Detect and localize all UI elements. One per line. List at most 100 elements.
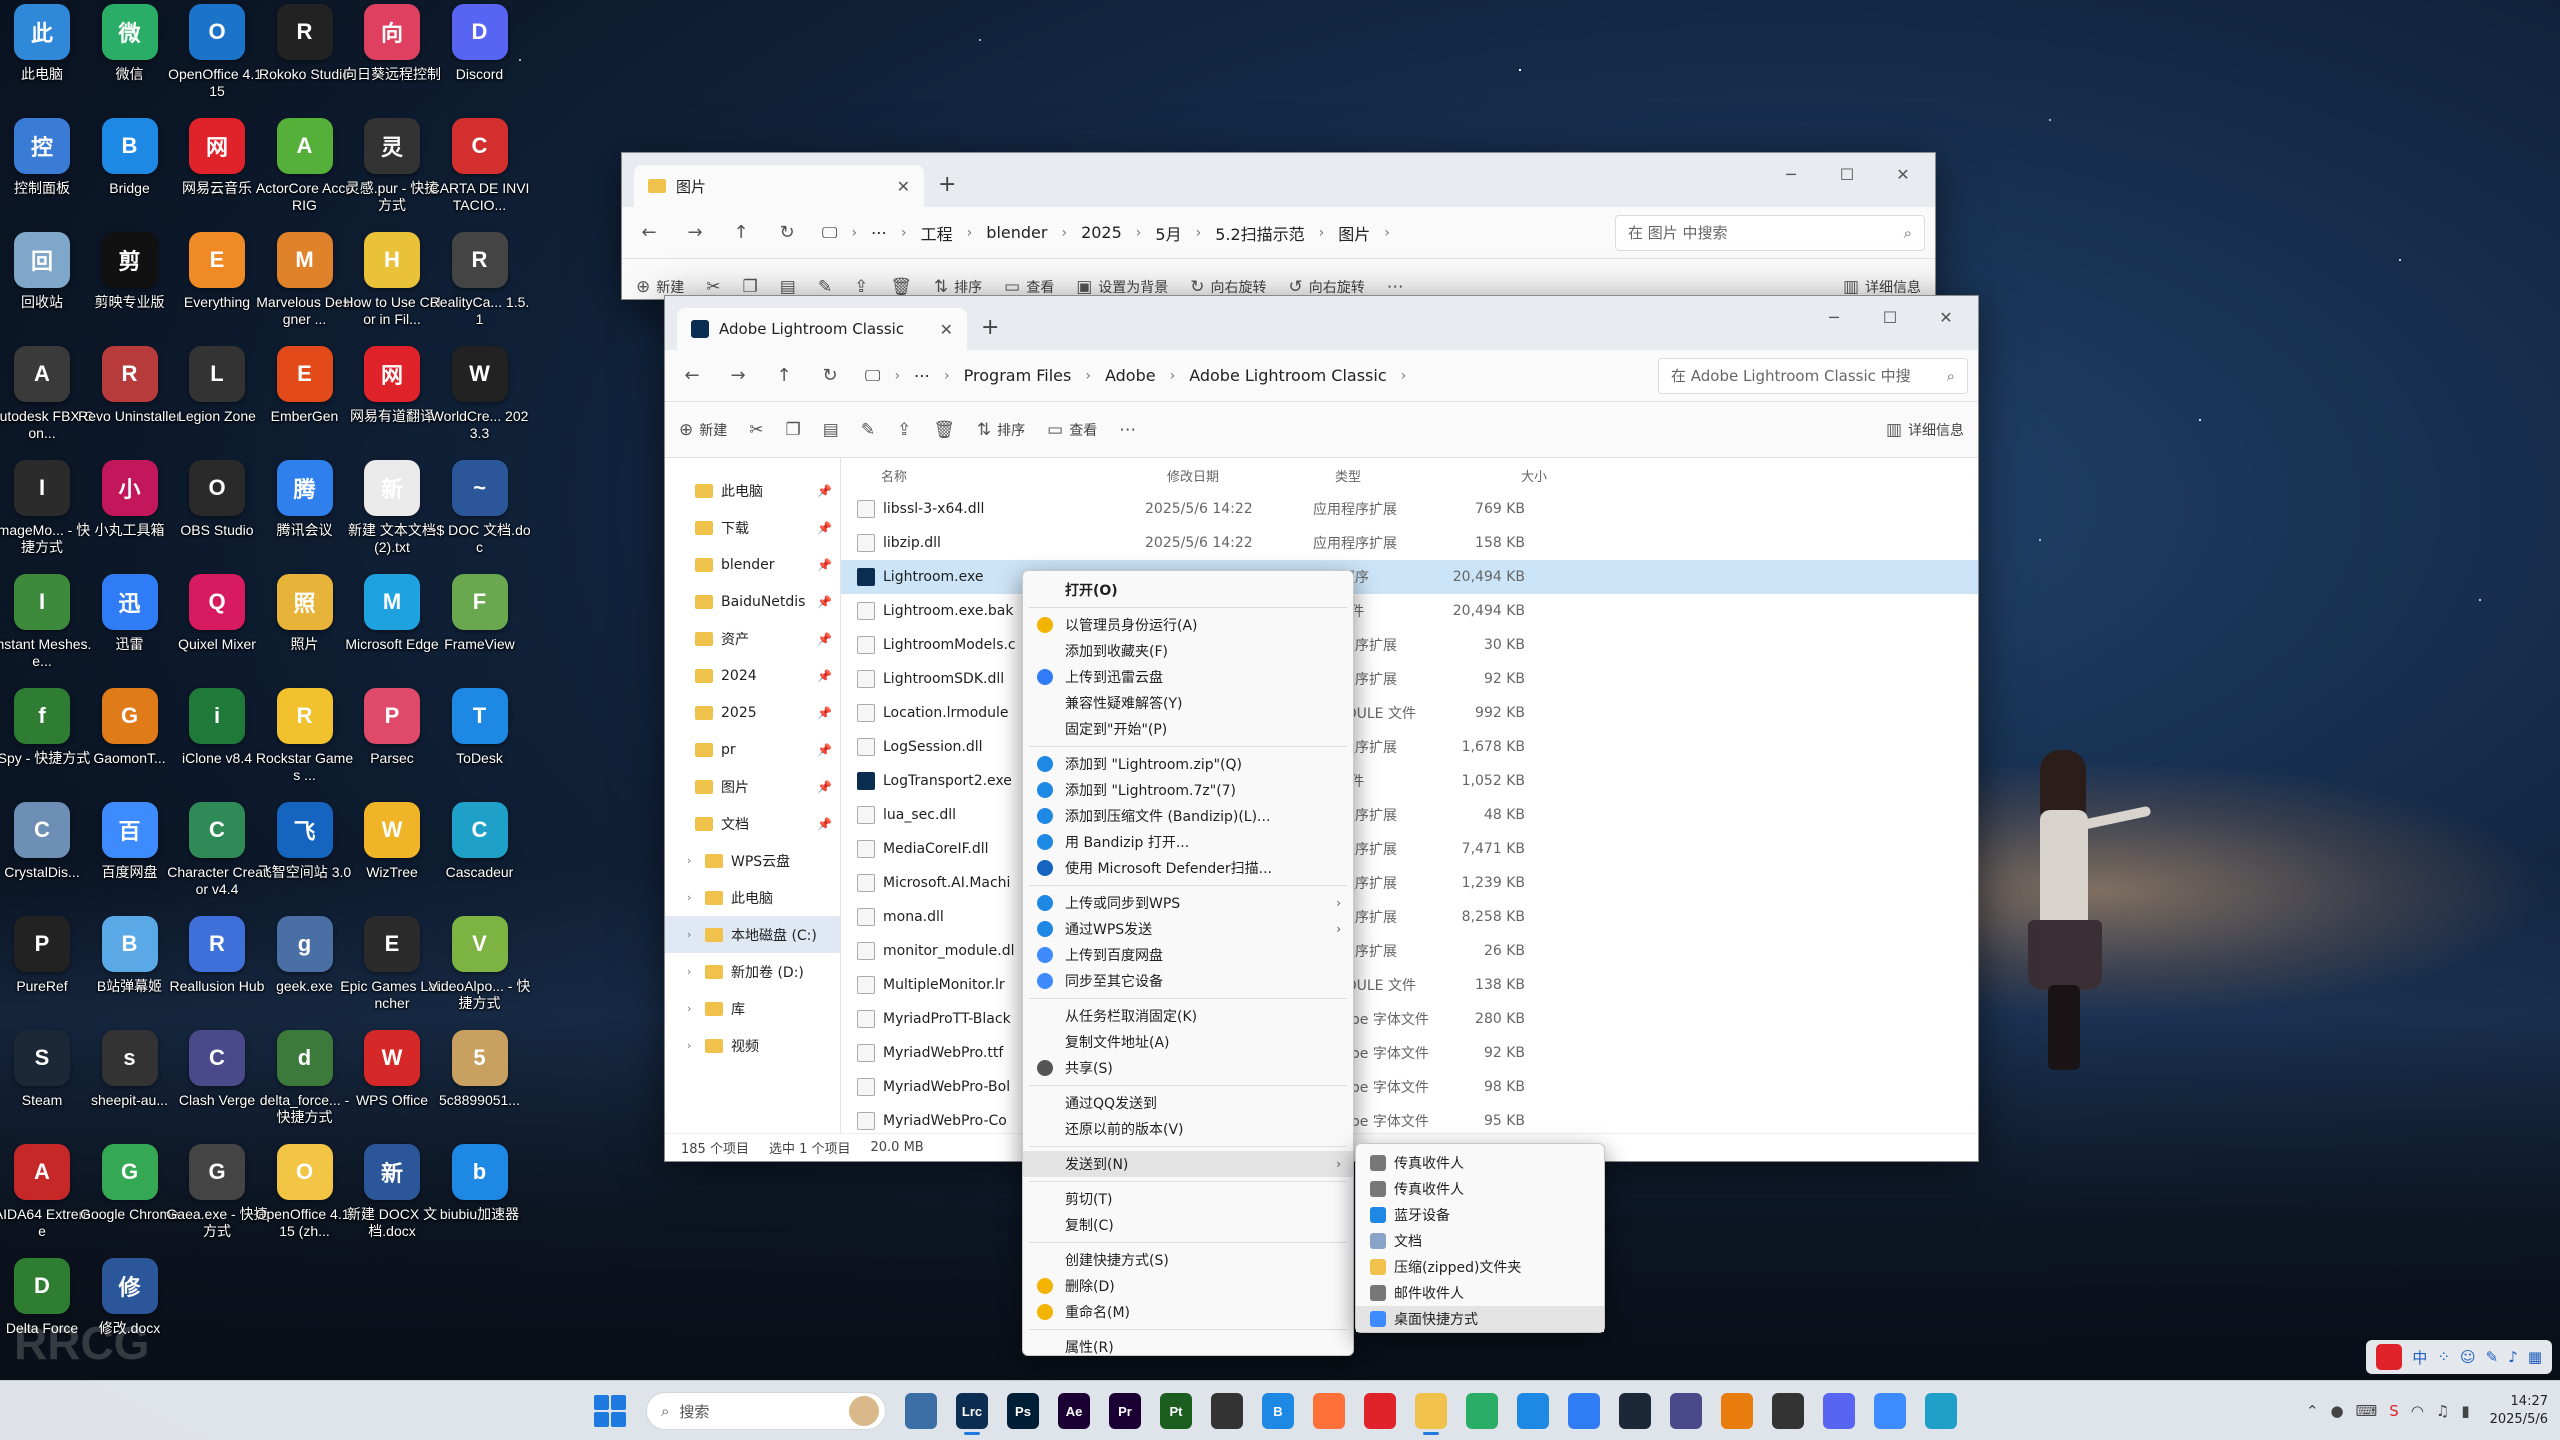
send-to-item[interactable]: 桌面快捷方式: [1356, 1306, 1604, 1332]
table-row[interactable]: LogSession.dll 应用程序扩展 1,678 KB: [841, 730, 1978, 764]
nav-item[interactable]: 图片 📌: [665, 768, 840, 805]
nav-item[interactable]: 2025 📌: [665, 694, 840, 731]
premiere-icon[interactable]: Pr: [1109, 1393, 1141, 1429]
desktop-icon[interactable]: C CARTA DE INVITACIO...: [428, 118, 532, 230]
wechat-icon[interactable]: [1466, 1393, 1498, 1429]
back-arrow-icon[interactable]: ←: [632, 222, 666, 243]
context-menu-item[interactable]: 固定到"开始"(P): [1023, 716, 1353, 742]
context-menu-item[interactable]: 以管理员身份运行(A): [1023, 612, 1353, 638]
send-to-item[interactable]: 压缩(zipped)文件夹: [1356, 1254, 1604, 1280]
context-menu-item[interactable]: 用 Bandizip 打开...: [1023, 829, 1353, 855]
davinci-icon[interactable]: [1211, 1393, 1243, 1429]
lightroom-classic-icon[interactable]: Lrc: [956, 1393, 988, 1435]
new-button[interactable]: ⊕ 新建: [636, 277, 684, 297]
nav-item[interactable]: › 视频: [665, 1027, 840, 1064]
nav-item[interactable]: 2024 📌: [665, 657, 840, 694]
more-crumbs-icon[interactable]: ⋯: [871, 223, 887, 242]
table-row[interactable]: lua_sec.dll 应用程序扩展 48 KB: [841, 798, 1978, 832]
sort-button[interactable]: ⇅ 排序: [977, 420, 1025, 440]
table-row[interactable]: MyriadWebPro-Bol rueType 字体文件 98 KB: [841, 1070, 1978, 1104]
taskbar-search[interactable]: ⌕ 搜索: [646, 1392, 886, 1430]
nav-item[interactable]: › 库: [665, 990, 840, 1027]
table-row[interactable]: MediaCoreIF.dll 应用程序扩展 7,471 KB: [841, 832, 1978, 866]
desktop-icon[interactable]: b biubiu加速器: [428, 1144, 532, 1256]
context-menu-item[interactable]: 打开(O): [1023, 577, 1353, 603]
monitor-icon[interactable]: 🖵: [822, 223, 837, 243]
paste-icon[interactable]: ▤: [780, 277, 796, 297]
context-menu-item[interactable]: 上传到百度网盘: [1023, 942, 1353, 968]
nav-item[interactable]: 此电脑 📌: [665, 472, 840, 509]
chevron-up-icon[interactable]: ⌃: [2306, 1402, 2319, 1420]
more-icon[interactable]: ⋯: [1387, 277, 1404, 297]
app-blue-icon[interactable]: [1517, 1393, 1549, 1429]
send-to-item[interactable]: 传真收件人: [1356, 1150, 1604, 1176]
edit-app-icon[interactable]: [1925, 1393, 1957, 1429]
task-view-icon[interactable]: [905, 1393, 937, 1429]
view-button[interactable]: ▭ 查看: [1004, 277, 1054, 297]
desktop-icon[interactable]: 5 5c8899051...: [428, 1030, 532, 1142]
close-window-button[interactable]: ✕: [1918, 302, 1974, 332]
forward-arrow-icon[interactable]: →: [678, 222, 712, 243]
chevron-right-icon[interactable]: ›: [687, 1039, 697, 1052]
context-menu-item[interactable]: 复制文件地址(A): [1023, 1029, 1353, 1055]
desktop-icon[interactable]: C Cascadeur: [428, 802, 532, 914]
clash-icon[interactable]: [1670, 1393, 1702, 1429]
clock[interactable]: 14:27 2025/5/6: [2490, 1393, 2548, 1429]
context-menu-item[interactable]: 添加到 "Lightroom.7z"(7): [1023, 777, 1353, 803]
set-background-button[interactable]: ▣ 设置为背景: [1076, 277, 1168, 297]
share-icon[interactable]: ⇪: [854, 277, 868, 297]
netease-music-icon[interactable]: [1364, 1393, 1396, 1429]
context-menu-item[interactable]: 创建快捷方式(S): [1023, 1247, 1353, 1273]
table-row[interactable]: libzip.dll 2025/5/6 14:22 应用程序扩展 158 KB: [841, 526, 1978, 560]
mic-icon[interactable]: ♪: [2508, 1348, 2518, 1366]
table-row[interactable]: Lightroom.exe.bakAK 文件20,494 KB: [841, 594, 1978, 628]
nav-item[interactable]: 资产 📌: [665, 620, 840, 657]
steam-icon[interactable]: [1619, 1393, 1651, 1429]
table-row[interactable]: LogTransport2.exeAK 文件1,052 KB: [841, 764, 1978, 798]
file-explorer-icon[interactable]: [1415, 1393, 1447, 1435]
context-menu-item[interactable]: 重命名(M): [1023, 1299, 1353, 1325]
send-to-item[interactable]: 传真收件人: [1356, 1176, 1604, 1202]
chevron-right-icon[interactable]: ›: [687, 1002, 697, 1015]
nav-item[interactable]: BaiduNetdis 📌: [665, 583, 840, 620]
back-arrow-icon[interactable]: ←: [675, 365, 709, 386]
ime-tray-icon[interactable]: S: [2389, 1402, 2399, 1420]
context-menu-item[interactable]: 上传或同步到WPS ›: [1023, 890, 1353, 916]
breadcrumb-item[interactable]: Program Files: [964, 366, 1072, 385]
tab-pictures[interactable]: 图片 ✕: [634, 165, 924, 207]
maximize-button[interactable]: ☐: [1862, 302, 1918, 332]
wifi-icon[interactable]: ◠: [2411, 1402, 2424, 1420]
table-row[interactable]: Microsoft.AI.Machi 应用程序扩展 1,239 KB: [841, 866, 1978, 900]
chevron-right-icon[interactable]: ›: [687, 854, 697, 867]
sort-button[interactable]: ⇅ 排序: [934, 277, 982, 297]
context-menu-item[interactable]: 从任务栏取消固定(K): [1023, 1003, 1353, 1029]
more-crumbs-icon[interactable]: ⋯: [914, 366, 930, 385]
column-type[interactable]: 类型: [1335, 466, 1465, 485]
firefox-icon[interactable]: [1313, 1393, 1345, 1429]
discord-icon[interactable]: [1823, 1393, 1855, 1429]
copy-icon[interactable]: ❐: [786, 420, 801, 440]
nav-item[interactable]: › WPS云盘: [665, 842, 840, 879]
context-menu-item[interactable]: 共享(S): [1023, 1055, 1353, 1081]
table-row[interactable]: MyriadWebPro.ttf rueType 字体文件 92 KB: [841, 1036, 1978, 1070]
desktop-icon[interactable]: ~ ~$ DOC 文档.doc: [428, 460, 532, 572]
monitor-icon[interactable]: 🖵: [865, 366, 880, 386]
breadcrumb[interactable]: 🖵 › ⋯ › 工程 › blender › 2025 › 5月 › 5.2扫描示范 › 图片 ›: [816, 215, 1603, 251]
search-input[interactable]: 在 Adobe Lightroom Classic 中搜 ⌕: [1658, 357, 1968, 394]
blender-icon[interactable]: [1721, 1393, 1753, 1429]
column-date[interactable]: 修改日期: [1167, 466, 1335, 485]
microphone-icon[interactable]: ●: [2331, 1402, 2344, 1420]
context-menu-item[interactable]: 复制(C): [1023, 1212, 1353, 1238]
after-effects-icon[interactable]: Ae: [1058, 1393, 1090, 1429]
pycharm-icon[interactable]: Pt: [1160, 1393, 1192, 1429]
new-button[interactable]: ⊕ 新建: [679, 420, 727, 440]
context-menu-item[interactable]: 发送到(N) ›: [1023, 1151, 1353, 1177]
chevron-right-icon[interactable]: ›: [687, 965, 697, 978]
ime-mode[interactable]: 中: [2412, 1347, 2427, 1368]
send-to-item[interactable]: 邮件收件人: [1356, 1280, 1604, 1306]
table-row[interactable]: Lightroom.exe2025/5/6 14:22应用程序20,494 KB: [841, 560, 1978, 594]
nav-item[interactable]: › 新加卷 (D:): [665, 953, 840, 990]
chevron-right-icon[interactable]: ›: [687, 928, 697, 941]
details-pane-button[interactable]: ▥ 详细信息: [1843, 277, 1921, 297]
breadcrumb-item[interactable]: blender: [986, 223, 1047, 242]
